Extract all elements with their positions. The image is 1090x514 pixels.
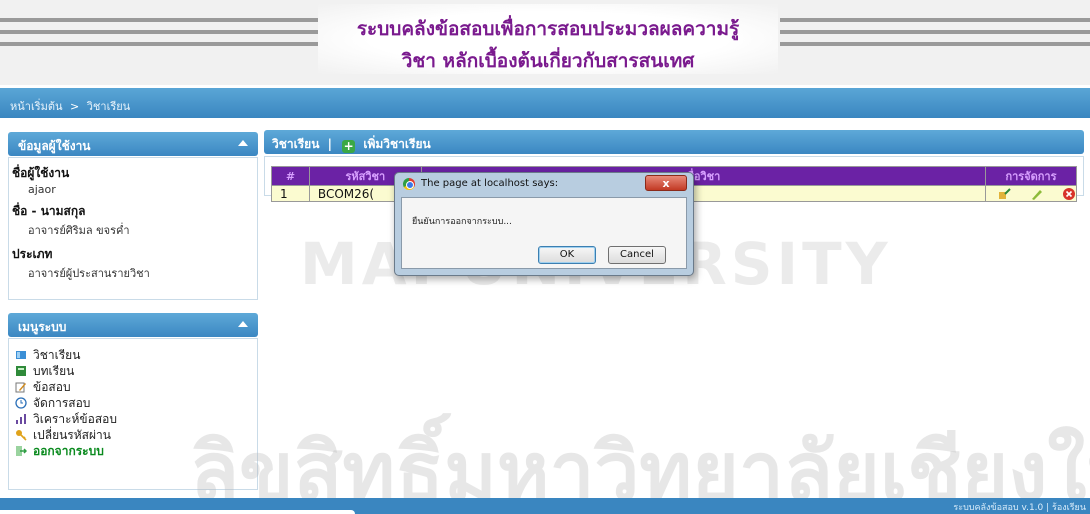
delete-icon[interactable] bbox=[1062, 187, 1076, 201]
edit-icon[interactable] bbox=[1030, 187, 1044, 201]
ok-button[interactable]: OK bbox=[538, 246, 596, 264]
dialog-title: The page at localhost says: bbox=[421, 178, 559, 189]
breadcrumb-separator: > bbox=[70, 100, 80, 113]
menu-panel-body: วิชาเรียน บทเรียน ข้อสอบ จัดการสอบ วิเคร… bbox=[8, 338, 258, 490]
page-header: ระบบคลังข้อสอบเพื่อการสอบประมวลผลความรู้… bbox=[0, 0, 1090, 85]
menu-panel-header[interactable]: เมนูระบบ bbox=[8, 313, 258, 337]
cancel-button[interactable]: Cancel bbox=[608, 246, 666, 264]
fullname-label: ชื่อ - นามสกุล bbox=[12, 204, 86, 218]
chevron-up-icon[interactable] bbox=[236, 136, 250, 150]
row-actions bbox=[984, 185, 1078, 202]
menu-item-logout[interactable]: ออกจากระบบ bbox=[15, 443, 257, 459]
breadcrumb-current: วิชาเรียน bbox=[86, 100, 131, 113]
logout-icon bbox=[15, 445, 27, 457]
header-title-line2: วิชา หลักเบื้องต้นเกี่ยวกับสารสนเทศ bbox=[401, 50, 695, 72]
header-stripe bbox=[780, 18, 1090, 22]
menu-panel-title: เมนูระบบ bbox=[18, 320, 67, 334]
header-stripe bbox=[780, 42, 1090, 46]
lesson-icon bbox=[15, 365, 27, 377]
user-panel-header[interactable]: ข้อมูลผู้ใช้งาน bbox=[8, 132, 258, 156]
confirm-dialog: The page at localhost says: x ยืนยันการอ… bbox=[394, 172, 694, 276]
plus-icon[interactable]: + bbox=[342, 140, 356, 153]
breadcrumb: หน้าเริ่มต้น > วิชาเรียน bbox=[0, 88, 1090, 118]
header-title-line1: ระบบคลังข้อสอบเพื่อการสอบประมวลผลความรู้ bbox=[356, 18, 740, 40]
dialog-body: ยืนยันการออกจากระบบ... OK Cancel bbox=[401, 197, 687, 269]
header-title-box: ระบบคลังข้อสอบเพื่อการสอบประมวลผลความรู้… bbox=[318, 4, 778, 74]
breadcrumb-home-link[interactable]: หน้าเริ่มต้น bbox=[10, 100, 63, 113]
chart-icon bbox=[15, 413, 27, 425]
edit-icon bbox=[15, 381, 27, 393]
footer-tab bbox=[0, 510, 355, 514]
username-label: ชื่อผู้ใช้งาน bbox=[12, 166, 70, 180]
header-stripe bbox=[0, 42, 320, 46]
header-stripe bbox=[780, 30, 1090, 34]
menu-item-label: ออกจากระบบ bbox=[33, 443, 104, 458]
main-title: วิชาเรียน bbox=[272, 137, 320, 151]
book-icon bbox=[15, 349, 27, 361]
username-value: ajaor bbox=[28, 183, 56, 196]
col-header-actions: การจัดการ bbox=[984, 166, 1078, 186]
manage-icon[interactable] bbox=[998, 187, 1012, 201]
main-title-separator: | bbox=[327, 137, 332, 151]
user-panel-body: ชื่อผู้ใช้งาน ajaor ชื่อ - นามสกุล อาจาร… bbox=[8, 157, 258, 300]
key-icon bbox=[15, 429, 27, 441]
clock-icon bbox=[15, 397, 27, 409]
fullname-value: อาจารย์ศิริมล ขจรค่ำ bbox=[28, 224, 130, 237]
header-stripe bbox=[0, 30, 320, 34]
dialog-close-button[interactable]: x bbox=[645, 175, 687, 191]
user-panel-title: ข้อมูลผู้ใช้งาน bbox=[18, 139, 91, 153]
user-type-value: อาจารย์ผู้ประสานรายวิชา bbox=[28, 267, 150, 280]
add-subject-link[interactable]: เพิ่มวิชาเรียน bbox=[363, 137, 430, 151]
header-stripe bbox=[0, 18, 320, 22]
footer-version: ระบบคลังข้อสอบ v.1.0 | ร้องเรียน bbox=[953, 503, 1086, 513]
main-panel-header: วิชาเรียน | + เพิ่มวิชาเรียน bbox=[264, 130, 1084, 154]
col-header-no: # bbox=[271, 166, 310, 186]
chrome-icon bbox=[403, 178, 415, 190]
user-type-label: ประเภท bbox=[12, 247, 53, 261]
row-no: 1 bbox=[271, 185, 310, 202]
page-footer: ระบบคลังข้อสอบ v.1.0 | ร้องเรียน bbox=[0, 498, 1090, 514]
chevron-up-icon[interactable] bbox=[236, 317, 250, 331]
dialog-message: ยืนยันการออกจากระบบ... bbox=[412, 217, 512, 227]
